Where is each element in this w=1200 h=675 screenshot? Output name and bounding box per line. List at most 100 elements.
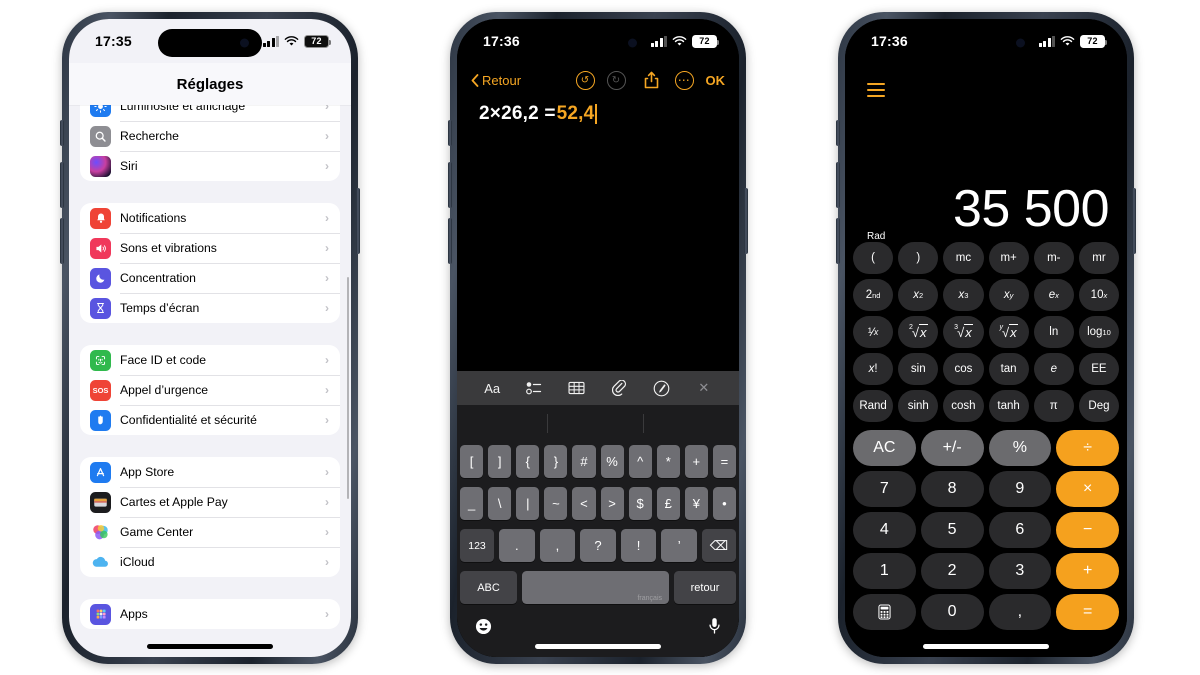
sidebar-item-apps[interactable]: Apps › — [80, 599, 340, 629]
scrollbar[interactable] — [346, 277, 349, 499]
key-equals[interactable]: = — [712, 445, 736, 478]
volume-down-button[interactable] — [836, 218, 840, 264]
sidebar-item-temps-ecran[interactable]: Temps d’écran › — [80, 293, 340, 323]
key-rand[interactable]: Rand — [853, 390, 894, 422]
key-return[interactable]: retour — [674, 571, 736, 604]
key-bracket-close[interactable]: ] — [488, 445, 512, 478]
home-indicator[interactable] — [923, 644, 1049, 649]
key-apostrophe[interactable]: ’ — [661, 529, 697, 562]
share-icon[interactable] — [644, 71, 659, 89]
key-sign-toggle[interactable]: +/- — [920, 430, 984, 466]
key-dollar[interactable]: $ — [628, 487, 652, 520]
key-subtract[interactable]: − — [1056, 512, 1119, 548]
key-5[interactable]: 5 — [920, 512, 984, 548]
key-yen[interactable]: ¥ — [684, 487, 708, 520]
emoji-icon[interactable] — [475, 618, 492, 639]
key-add[interactable]: + — [1056, 553, 1119, 589]
key-tan[interactable]: tan — [988, 353, 1029, 385]
key-square-root[interactable]: 2 √x — [898, 316, 939, 348]
text-format-icon[interactable]: Aa — [479, 377, 505, 399]
sidebar-item-concentration[interactable]: Concentration › — [80, 263, 340, 293]
key-divide[interactable]: ÷ — [1056, 430, 1119, 466]
key-7[interactable]: 7 — [853, 471, 916, 507]
key-cos[interactable]: cos — [943, 353, 984, 385]
sidebar-item-notifications[interactable]: Notifications › — [80, 203, 340, 233]
close-icon[interactable]: ✕ — [691, 377, 717, 399]
key-less-than[interactable]: < — [572, 487, 596, 520]
key-ee[interactable]: EE — [1078, 353, 1120, 385]
sidebar-item-luminosite[interactable]: Luminosité et affichage › — [80, 105, 340, 121]
key-3[interactable]: 3 — [988, 553, 1052, 589]
key-sinh[interactable]: sinh — [898, 390, 939, 422]
key-6[interactable]: 6 — [988, 512, 1052, 548]
history-list-icon[interactable] — [867, 83, 885, 97]
done-button[interactable]: OK — [706, 73, 726, 88]
key-asterisk[interactable]: * — [656, 445, 680, 478]
volume-down-button[interactable] — [448, 218, 452, 264]
key-m-plus[interactable]: m+ — [988, 242, 1029, 274]
key-nth-root[interactable]: y √x — [988, 316, 1029, 348]
key-second[interactable]: 2nd — [853, 279, 894, 311]
key-plus[interactable]: + — [684, 445, 708, 478]
key-pound[interactable]: £ — [656, 487, 680, 520]
silent-switch[interactable] — [448, 120, 452, 146]
note-body[interactable]: 2×26,2 = 52,4 — [457, 103, 739, 125]
microphone-icon[interactable] — [708, 617, 721, 639]
key-percent[interactable]: % — [988, 430, 1052, 466]
table-icon[interactable] — [564, 377, 590, 399]
key-euler-e[interactable]: e — [1033, 353, 1074, 385]
power-button[interactable] — [356, 188, 360, 254]
key-cosh[interactable]: cosh — [943, 390, 984, 422]
key-brace-open[interactable]: { — [516, 445, 540, 478]
volume-up-button[interactable] — [448, 162, 452, 208]
silent-switch[interactable] — [836, 120, 840, 146]
key-factorial[interactable]: x! — [853, 353, 894, 385]
key-cube-root[interactable]: 3 √x — [943, 316, 984, 348]
key-hash[interactable]: # — [572, 445, 596, 478]
sidebar-item-faceid[interactable]: Face ID et code › — [80, 345, 340, 375]
power-button[interactable] — [1132, 188, 1136, 254]
key-0[interactable]: 0 — [920, 594, 984, 630]
silent-switch[interactable] — [60, 120, 64, 146]
sidebar-item-recherche[interactable]: Recherche › — [80, 121, 340, 151]
key-bullet[interactable]: • — [712, 487, 736, 520]
calculator-mode-icon[interactable] — [853, 594, 916, 630]
key-backslash[interactable]: \ — [488, 487, 512, 520]
key-space[interactable]: français — [522, 571, 669, 604]
key-pipe[interactable]: | — [516, 487, 540, 520]
power-button[interactable] — [744, 188, 748, 254]
key-m-minus[interactable]: m- — [1033, 242, 1074, 274]
sidebar-item-sons[interactable]: Sons et vibrations › — [80, 233, 340, 263]
key-backspace[interactable]: ⌫ — [701, 529, 736, 562]
key-tilde[interactable]: ~ — [544, 487, 568, 520]
key-brace-close[interactable]: } — [544, 445, 568, 478]
redo-icon[interactable]: ↻ — [606, 70, 626, 90]
volume-up-button[interactable] — [836, 162, 840, 208]
key-caret[interactable]: ^ — [628, 445, 652, 478]
markup-pen-icon[interactable] — [648, 377, 674, 399]
sidebar-item-cartes-apple-pay[interactable]: Cartes et Apple Pay › — [80, 487, 340, 517]
checklist-icon[interactable] — [521, 377, 547, 399]
key-8[interactable]: 8 — [920, 471, 984, 507]
key-log-base-10[interactable]: log 10 — [1078, 316, 1120, 348]
key-paren-open[interactable]: ( — [853, 242, 894, 274]
predictive-bar[interactable] — [457, 405, 739, 445]
key-decimal-comma[interactable]: , — [988, 594, 1052, 630]
key-period[interactable]: . — [499, 529, 535, 562]
key-numeric-switch[interactable]: 123 — [460, 529, 495, 562]
key-exclamation[interactable]: ! — [620, 529, 657, 562]
volume-down-button[interactable] — [60, 218, 64, 264]
key-question[interactable]: ? — [580, 529, 616, 562]
home-indicator[interactable] — [535, 644, 661, 649]
key-9[interactable]: 9 — [988, 471, 1052, 507]
key-natural-log[interactable]: ln — [1033, 316, 1074, 348]
back-button[interactable]: Retour — [471, 73, 521, 88]
key-2[interactable]: 2 — [920, 553, 984, 589]
sidebar-item-icloud[interactable]: iCloud › — [80, 547, 340, 577]
key-equals[interactable]: = — [1056, 594, 1119, 630]
key-4[interactable]: 4 — [853, 512, 916, 548]
attachment-icon[interactable] — [606, 377, 632, 399]
key-percent[interactable]: % — [600, 445, 624, 478]
sidebar-item-appel-urgence[interactable]: SOS Appel d’urgence › — [80, 375, 340, 405]
key-deg-toggle[interactable]: Deg — [1078, 390, 1120, 422]
